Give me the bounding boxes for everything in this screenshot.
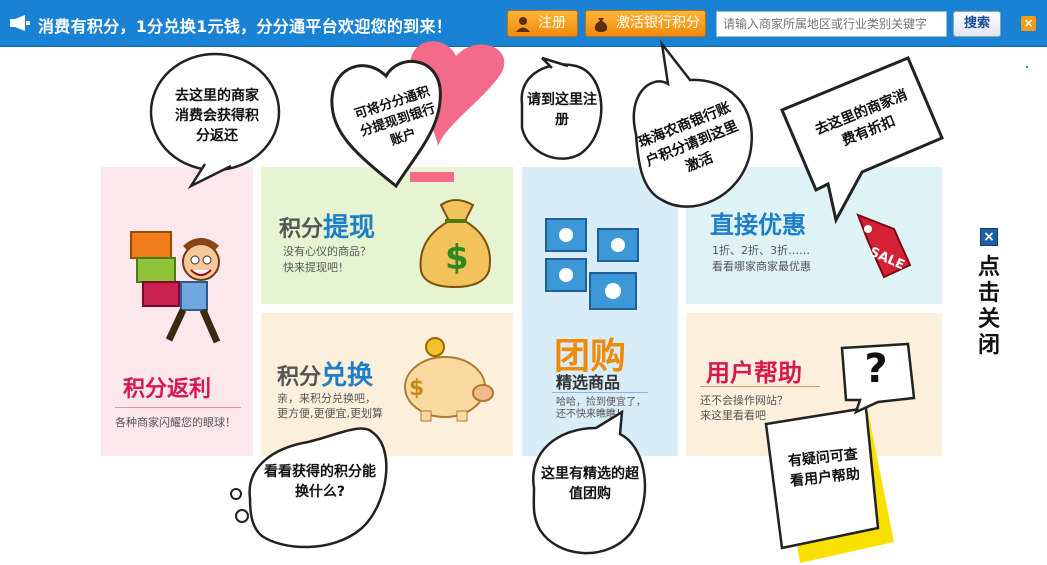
rebate-subtitle: 各种商家闪耀您的眼球！ (115, 416, 236, 429)
register-button[interactable]: 注册 (507, 10, 578, 37)
bubble-exchange-text: 看看获得的积分能换什么? (264, 464, 376, 500)
bubble-register: 请到这里注册 (512, 56, 612, 163)
help-line2: 来这里看看吧 (700, 409, 766, 422)
rebate-divider (115, 407, 241, 408)
rebate-title: 积分返利 (123, 377, 212, 402)
cashout-line1: 没有心仪的商品？ (283, 245, 371, 258)
gift-mascot-icon (130, 231, 221, 344)
groupbuy-line1: 哈哈，捡到便宜了， (556, 397, 646, 408)
help-title: 用户帮助 (706, 359, 802, 387)
bubble-help-text: 有疑问可查看用户帮助 (787, 446, 861, 490)
promo-overlay: { "topbar": { "message": "消费有积分，1分兑换1元钱，… (0, 0, 1047, 565)
side-close-icon[interactable]: × (980, 228, 998, 246)
exchange-title: 积分兑换 (277, 361, 374, 391)
user-icon (516, 17, 530, 32)
search-input[interactable] (716, 11, 947, 37)
decor-dot (1026, 66, 1028, 68)
bubble-discount: 去这里的商家消费有折扣 (776, 54, 946, 225)
megaphone-icon (10, 15, 30, 31)
side-close-label[interactable]: 点击关闭 (975, 255, 1003, 359)
question-mark-icon: ? (838, 342, 918, 415)
bubble-exchange: 看看获得的积分能换什么? (222, 418, 392, 558)
tile-points-rebate[interactable]: 积分返利 各种商家闪耀您的眼球！ (101, 167, 253, 456)
discount-line2: 看看哪家商家最优惠 (712, 260, 811, 273)
bubble-earn-text: 去这里的商家消费会获得积分返还 (175, 88, 259, 144)
activate-bank-points-button[interactable]: 激活银行积分 (585, 10, 706, 37)
money-bag-icon (594, 18, 608, 32)
money-bag-icon: $ (419, 199, 491, 289)
bubble-groupbuy-text: 这里有精选的超值团购 (541, 466, 639, 502)
bubble-bank: 珠海农商银行账户积分请到这里激活 (622, 39, 762, 216)
exchange-line1: 亲，来积分兑换吧， (277, 392, 376, 405)
bubble-help: 有疑问可查看用户帮助 (760, 406, 894, 563)
bubble-register-text: 请到这里注册 (527, 92, 597, 128)
cashout-line2: 快来提现吧！ (283, 261, 349, 274)
close-icon[interactable]: × (1021, 16, 1036, 31)
groupbuy-divider (552, 392, 648, 393)
help-line1: 还不会操作网站？ (700, 394, 788, 407)
top-banner: 消费有积分，1分兑换1元钱，分分通平台欢迎您的到来！ 注册 激活银行积分 搜索 … (0, 0, 1047, 47)
cashout-title: 积分提现 (279, 213, 376, 243)
discount-line1: 1折、2折、3折…… (712, 244, 810, 257)
bubble-withdraw: 可将分分通积分提现到银行账户 (326, 36, 506, 196)
help-divider (700, 386, 820, 387)
groupbuy-subtitle: 精选商品 (556, 373, 621, 392)
bubble-earn-points: 去这里的商家消费会获得积分返还 (145, 46, 290, 190)
bubble-groupbuy: 这里有精选的超值团购 (522, 409, 656, 560)
search-button[interactable]: 搜索 (953, 11, 1001, 37)
svg-text:$: $ (445, 238, 469, 278)
welcome-message: 消费有积分，1分兑换1元钱，分分通平台欢迎您的到来！ (38, 17, 453, 36)
piggy-bank-icon: $ (404, 337, 494, 422)
activate-label: 激活银行积分 (616, 15, 700, 31)
boxes-icon (545, 218, 639, 310)
svg-text:$: $ (409, 376, 424, 401)
register-label: 注册 (538, 15, 566, 31)
question-mark-text: ? (864, 346, 888, 392)
